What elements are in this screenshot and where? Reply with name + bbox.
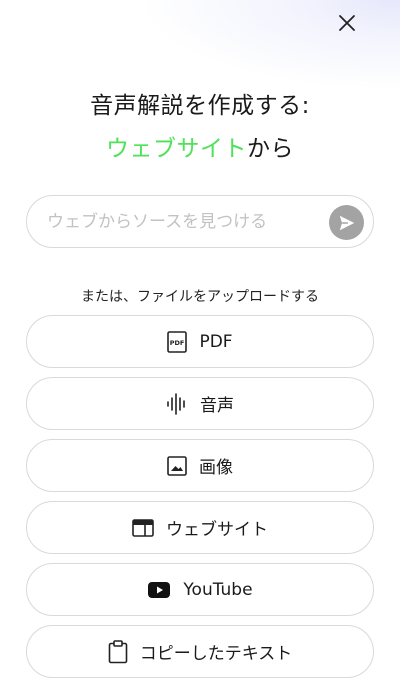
close-button[interactable] [334,10,360,36]
close-icon [339,15,355,31]
title-accent: ウェブサイト [106,136,247,162]
search-box [26,195,374,248]
option-image[interactable]: 画像 [26,439,374,492]
youtube-icon [147,581,171,599]
option-youtube[interactable]: YouTube [26,563,374,616]
page-title: 音声解説を作成する: [90,93,310,119]
option-pdf-label: PDF [199,331,233,352]
title-suffix: から [247,136,294,162]
svg-text:PDF: PDF [170,339,185,347]
option-audio-label: 音声 [200,396,234,416]
option-copied-text-label: コピーしたテキスト [139,644,293,664]
send-button[interactable] [329,205,364,240]
option-website-label: ウェブサイト [166,520,268,540]
page-subtitle: ウェブサイトから [0,129,400,163]
pdf-icon: PDF [167,330,188,353]
option-youtube-label: YouTube [183,579,253,600]
option-pdf[interactable]: PDF PDF [26,315,374,368]
upload-label: または、ファイルをアップロードする [81,289,319,305]
audio-waveform-icon [166,392,188,415]
website-icon [132,518,154,538]
option-copied-text[interactable]: コピーしたテキスト [26,625,374,678]
option-audio[interactable]: 音声 [26,377,374,430]
option-website[interactable]: ウェブサイト [26,501,374,554]
send-icon [339,215,354,230]
option-image-label: 画像 [199,458,233,478]
search-input[interactable] [47,211,317,232]
image-icon [167,455,187,476]
clipboard-icon [108,639,128,664]
